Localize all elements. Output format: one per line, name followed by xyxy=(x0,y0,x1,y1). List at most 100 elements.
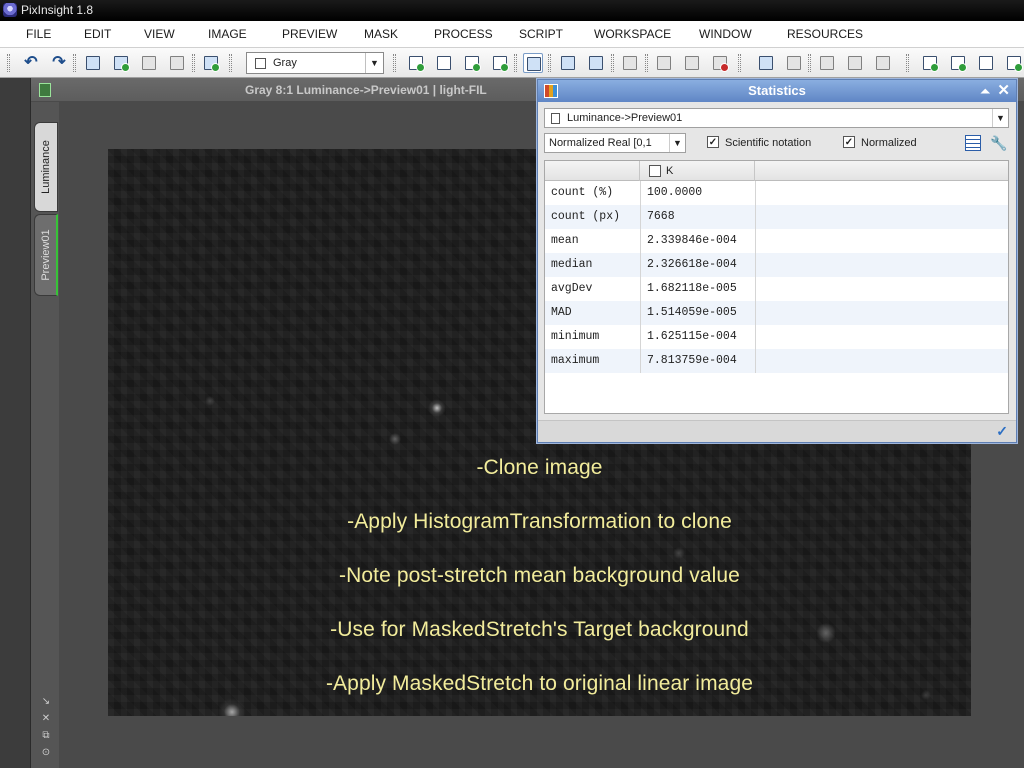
stat-key: minimum xyxy=(551,330,600,343)
shade-icon[interactable]: ⏶ xyxy=(980,80,990,102)
column-header-k[interactable]: K xyxy=(641,161,755,181)
statistics-chart-icon xyxy=(544,84,558,98)
normalized-checkbox[interactable]: ✓ Normalized xyxy=(843,136,933,150)
menu-preview[interactable]: PREVIEW xyxy=(280,21,339,48)
apply-check-icon[interactable]: ✓ xyxy=(996,423,1008,440)
mask-show-icon[interactable] xyxy=(654,53,674,73)
layout-icon[interactable] xyxy=(756,53,776,73)
checkbox-check-icon[interactable]: ✓ xyxy=(707,136,719,148)
menu-image[interactable]: IMAGE xyxy=(206,21,249,48)
tab-preview01-label: Preview01 xyxy=(39,229,52,281)
statistics-footer: ✓ xyxy=(538,420,1016,442)
stat-key: MAD xyxy=(551,306,572,319)
app-logo-icon xyxy=(3,3,17,17)
toolbar-separator xyxy=(906,54,909,72)
toolbar-grip xyxy=(7,54,10,72)
more-icon[interactable] xyxy=(1004,53,1024,73)
table-row: minimum 1.625115e-004 xyxy=(545,325,1008,349)
chevron-down-icon[interactable]: ▼ xyxy=(669,134,685,152)
chevron-down-icon[interactable]: ▼ xyxy=(992,109,1008,127)
scientific-notation-checkbox[interactable]: ✓ Scientific notation xyxy=(707,136,827,150)
new-window-icon[interactable] xyxy=(111,53,131,73)
menu-process[interactable]: PROCESS xyxy=(432,21,495,48)
tab-preview01[interactable]: Preview01 xyxy=(34,214,58,296)
menu-edit[interactable]: EDIT xyxy=(82,21,113,48)
close-icon[interactable]: ✕ xyxy=(997,80,1010,102)
toolbar-separator xyxy=(73,54,76,72)
preview-new-icon[interactable] xyxy=(406,53,426,73)
stat-value: 100.0000 xyxy=(647,186,703,199)
mask-remove-icon[interactable] xyxy=(710,53,730,73)
stat-value: 7.813759e-004 xyxy=(647,354,737,367)
note-line: -Use for MaskedStretch's Target backgrou… xyxy=(330,618,749,641)
preview-store-icon[interactable] xyxy=(490,53,510,73)
duplicate-icon[interactable] xyxy=(139,53,159,73)
shrink-icon[interactable]: ↘ xyxy=(40,696,52,708)
stat-key: count (%) xyxy=(551,186,614,199)
mask-icon[interactable] xyxy=(620,53,640,73)
stat-key: median xyxy=(551,258,593,271)
wrench-icon[interactable]: 🔧 xyxy=(990,134,1008,152)
checkbox-check-icon[interactable]: ✓ xyxy=(843,136,855,148)
preview-add-icon[interactable] xyxy=(462,53,482,73)
redo-icon[interactable]: ↷ xyxy=(50,55,68,71)
stf-auto-icon[interactable] xyxy=(845,53,865,73)
toolbar-separator xyxy=(738,54,741,72)
table-row: count (%) 100.0000 xyxy=(545,181,1008,205)
report-icon[interactable] xyxy=(965,135,981,151)
channel-select[interactable]: Gray ▼ xyxy=(246,52,384,74)
column-header-key xyxy=(545,161,640,181)
menu-window[interactable]: WINDOW xyxy=(697,21,754,48)
table-row: mean 2.339846e-004 xyxy=(545,229,1008,253)
view-select[interactable]: Luminance->Preview01 ▼ xyxy=(544,108,1009,128)
menu-resources[interactable]: RESOURCES xyxy=(785,21,865,48)
chevron-down-icon[interactable]: ▼ xyxy=(365,53,383,73)
menu-script[interactable]: SCRIPT xyxy=(517,21,565,48)
explorer-icon[interactable] xyxy=(920,53,940,73)
mask-invert-icon[interactable] xyxy=(682,53,702,73)
toolbar: ↶ ↷ xyxy=(0,48,1024,78)
upload-icon[interactable] xyxy=(586,53,606,73)
extract-icon[interactable] xyxy=(167,53,187,73)
format-icon[interactable] xyxy=(976,53,996,73)
stat-value: 1.682118e-005 xyxy=(647,282,737,295)
fit-icon[interactable]: ✕ xyxy=(40,713,52,725)
menu-mask[interactable]: MASK xyxy=(362,21,400,48)
undo-icon[interactable]: ↶ xyxy=(22,55,40,71)
layout-grid-icon[interactable] xyxy=(784,53,804,73)
statistics-titlebar[interactable]: Statistics ⏶ ✕ xyxy=(538,80,1016,102)
image-window-icon xyxy=(39,83,51,97)
note-line: -Apply HistogramTransformation to clone xyxy=(347,510,732,533)
document-icon xyxy=(551,113,560,124)
toolbar-separator xyxy=(514,54,517,72)
center-icon[interactable]: ⊙ xyxy=(40,747,52,759)
toolbar-separator xyxy=(645,54,648,72)
process-icon[interactable] xyxy=(948,53,968,73)
preview-edit-icon[interactable] xyxy=(434,53,454,73)
tab-luminance[interactable]: Luminance xyxy=(34,122,58,212)
view-select-value: Luminance->Preview01 xyxy=(567,112,683,124)
stf-reset-icon[interactable] xyxy=(873,53,893,73)
channel-select-value: Gray xyxy=(273,57,297,69)
tab-luminance-label: Luminance xyxy=(40,140,52,194)
new-image-icon[interactable] xyxy=(201,53,221,73)
table-header: K xyxy=(545,161,1008,181)
window-icon[interactable] xyxy=(83,53,103,73)
note-line: -Note post-stretch mean background value xyxy=(339,564,740,587)
download-icon[interactable] xyxy=(558,53,578,73)
range-select-value: Normalized Real [0,1 xyxy=(549,137,652,149)
menu-workspace[interactable]: WORKSPACE xyxy=(592,21,673,48)
channel-checkbox-icon[interactable] xyxy=(649,165,661,177)
range-select[interactable]: Normalized Real [0,1 ▼ xyxy=(544,133,686,153)
menu-file[interactable]: FILE xyxy=(24,21,53,48)
zoom-tool-icon[interactable] xyxy=(523,53,543,73)
stat-value: 7668 xyxy=(647,210,675,223)
title-bar: PixInsight 1.8 xyxy=(0,0,1024,21)
zoom-1-icon[interactable]: ⧉ xyxy=(40,730,52,742)
toolbar-separator xyxy=(808,54,811,72)
menu-view[interactable]: VIEW xyxy=(142,21,177,48)
pixinsight-app: PixInsight 1.8 FILE EDIT VIEW IMAGE PREV… xyxy=(0,0,1024,768)
toolbar-separator xyxy=(229,54,232,72)
stat-key: mean xyxy=(551,234,579,247)
stf-icon[interactable] xyxy=(817,53,837,73)
